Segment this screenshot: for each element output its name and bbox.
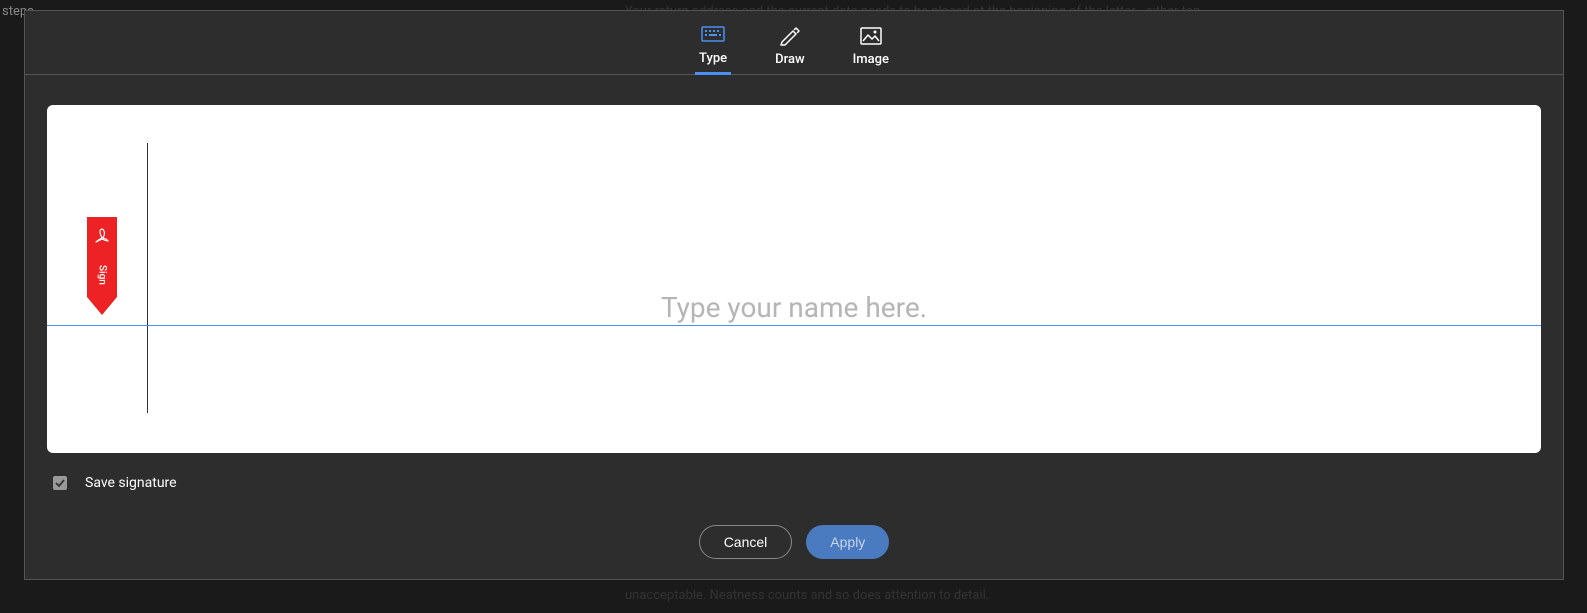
- save-signature-checkbox[interactable]: [53, 476, 67, 490]
- tab-type-label: Type: [699, 51, 727, 66]
- signature-input-placeholder: Type your name here.: [661, 291, 927, 324]
- signature-baseline: [47, 325, 1541, 326]
- tab-draw[interactable]: Draw: [771, 11, 809, 75]
- tab-image[interactable]: Image: [849, 11, 893, 75]
- draw-icon: [778, 24, 802, 48]
- tab-image-label: Image: [853, 52, 889, 67]
- tab-bar: Type Draw Image: [25, 11, 1563, 75]
- signature-panel[interactable]: Sign Type your name here.: [47, 105, 1541, 453]
- tab-draw-label: Draw: [775, 52, 805, 67]
- content-area: Sign Type your name here. Save signature…: [25, 75, 1563, 579]
- tab-type[interactable]: Type: [695, 11, 731, 75]
- keyboard-icon: [701, 23, 725, 47]
- image-icon: [859, 24, 883, 48]
- sign-here-marker: Sign: [87, 217, 117, 315]
- background-text-bottom: unacceptable. Neatness counts and so doe…: [625, 588, 989, 603]
- text-cursor: [147, 143, 148, 413]
- adobe-acrobat-icon: [93, 227, 111, 245]
- save-signature-row: Save signature: [53, 475, 1541, 491]
- dialog-buttons: Cancel Apply: [47, 525, 1541, 559]
- sign-marker-label: Sign: [97, 265, 108, 285]
- cancel-button[interactable]: Cancel: [699, 525, 793, 559]
- apply-button[interactable]: Apply: [806, 525, 889, 559]
- signature-dialog: Type Draw Image: [24, 10, 1564, 580]
- save-signature-label: Save signature: [85, 475, 177, 491]
